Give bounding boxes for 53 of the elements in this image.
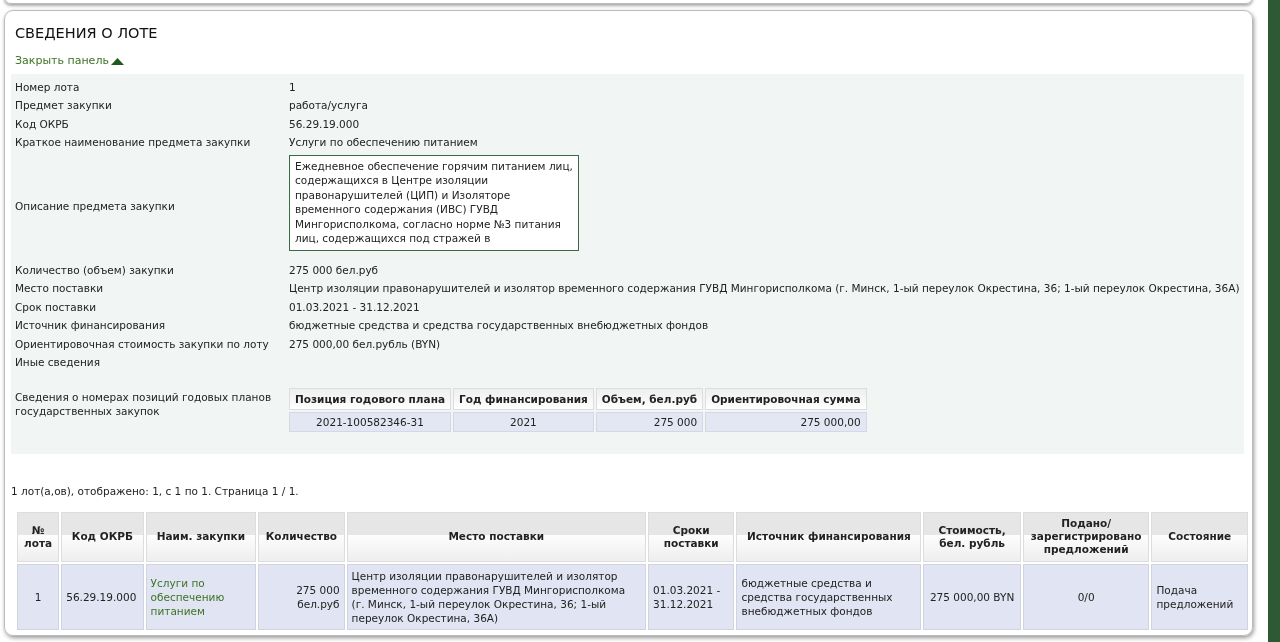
table-cell: 2021-100582346-31	[289, 411, 451, 432]
column-header: Стоимость, бел. рубль	[923, 511, 1021, 562]
field-label: Количество (объем) закупки	[15, 262, 175, 278]
field-label: Иные сведения	[15, 355, 101, 371]
field-value: 275 000,00 бел.рубль (BYN)	[289, 336, 442, 352]
column-header: Подано/ зарегистрировано предложений	[1022, 511, 1150, 562]
field-value: Услуги по обеспечению питанием	[289, 135, 479, 151]
column-header: Год финансирования	[453, 387, 594, 410]
field-value: работа/услуга	[289, 98, 369, 114]
pagination-summary: 1 лот(а,ов), отображено: 1, с 1 по 1. Страница 1 / 1.	[11, 483, 300, 499]
caret-icon	[110, 58, 124, 66]
table-cell: 01.03.2021 - 31.12.2021	[648, 563, 735, 630]
field-label: Место поставки	[15, 281, 105, 297]
field-value: бюджетные средства и средства государственных внебюджетных фондов	[289, 318, 710, 334]
table-cell: Центр изоляции правонарушителей и изолятор временного содержания ГУВД Мингорисполкома (г. Минск, 1-ый переулок Окрестина, 36; 1-ый переулок Окрестина, 36А)	[346, 563, 647, 630]
column-header: Объем, бел.руб	[595, 387, 704, 410]
field-label: Описание предмета закупки	[15, 199, 176, 215]
column-header: Источник финансирования	[736, 511, 922, 562]
column-header: Количество	[258, 511, 345, 562]
table-cell: 275 000	[595, 411, 704, 432]
table-cell: Подача предложений	[1151, 563, 1248, 630]
field-value: 01.03.2021 - 31.12.2021	[289, 299, 421, 315]
table-cell: 1	[17, 563, 60, 630]
column-header: № лота	[17, 511, 60, 562]
field-value: 275 000 бел.руб	[289, 262, 380, 278]
column-header: Ориентировочная сумма	[705, 387, 867, 410]
field-label: Ориентировочная стоимость закупки по лоту	[15, 336, 270, 352]
table-cell: 275 000,00	[705, 411, 867, 432]
field-value: Центр изоляции правонарушителей и изолятор временного содержания ГУВД Мингорисполкома (г. Минск, 1-ый переулок Окрестина, 36; 1-ый переулок Окрестина, 36А)	[289, 281, 1240, 297]
column-header: Сроки поставки	[648, 511, 735, 562]
column-header: Позиция годового плана	[289, 387, 451, 410]
field-label: Краткое наименование предмета закупки	[15, 135, 252, 151]
panel-title: СВЕДЕНИЯ О ЛОТЕ	[15, 25, 159, 43]
table-cell: 2021	[453, 411, 594, 432]
field-value: 56.29.19.000	[289, 116, 361, 132]
table-cell: 0/0	[1022, 563, 1150, 630]
field-label: Источник финансирования	[15, 318, 167, 334]
description-field[interactable]: Ежедневное обеспечение горячим питанием лиц, содержащихся в Центре изоляции правонарушителей (ЦИП) и Изоляторе временного содержания (ИВС) ГУВД Мингорисполкома, согласно норме №3 питания лиц, содержащихся под стражей в	[289, 154, 579, 251]
column-header: Состояние	[1151, 511, 1248, 562]
field-label: Предмет закупки	[15, 98, 113, 114]
column-header: Наим. закупки	[145, 511, 257, 562]
field-label: Код ОКРБ	[15, 116, 70, 132]
table-cell: бюджетные средства и средства государственных внебюджетных фондов	[736, 563, 922, 630]
field-label: Срок поставки	[15, 299, 98, 315]
field-value: 1	[289, 79, 297, 95]
column-header: Код ОКРБ	[61, 511, 144, 562]
field-label: Номер лота	[15, 79, 81, 95]
column-header: Место поставки	[346, 511, 647, 562]
table-cell: 275 000 бел.руб	[258, 563, 345, 630]
table-cell: 275 000,00 BYN	[923, 563, 1021, 630]
close-panel-link[interactable]: Закрыть панель	[15, 53, 124, 70]
table-cell: 56.29.19.000	[61, 563, 144, 630]
field-label: Сведения о номерах позиций годовых планов государственных закупок	[15, 389, 273, 419]
